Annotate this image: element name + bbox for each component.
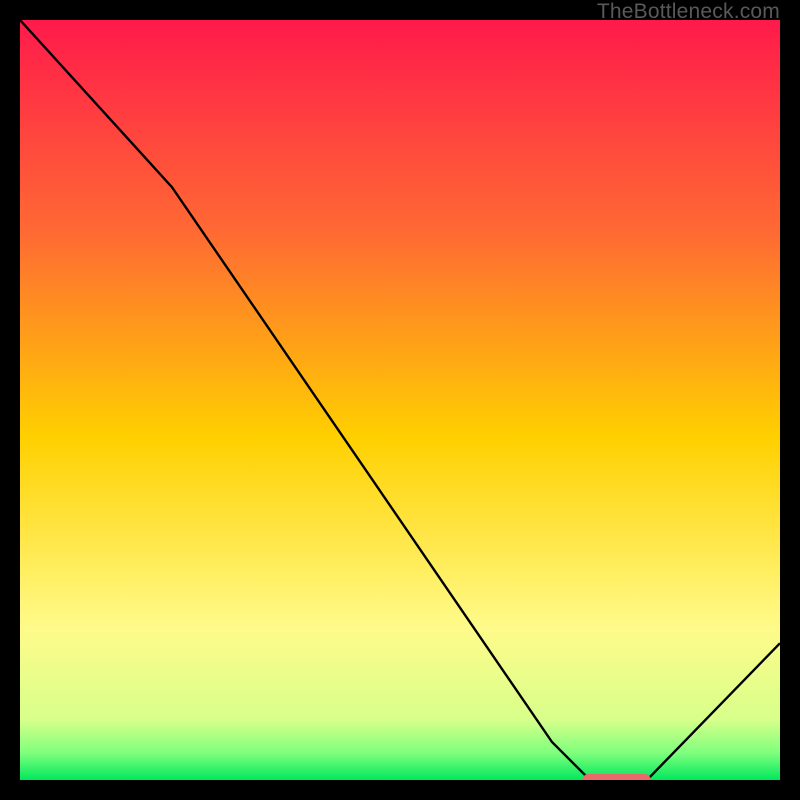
bottleneck-chart xyxy=(20,20,780,780)
optimal-range-marker xyxy=(582,774,650,780)
gradient-background xyxy=(20,20,780,780)
watermark-label: TheBottleneck.com xyxy=(597,0,780,24)
chart-stage: TheBottleneck.com xyxy=(0,0,800,800)
